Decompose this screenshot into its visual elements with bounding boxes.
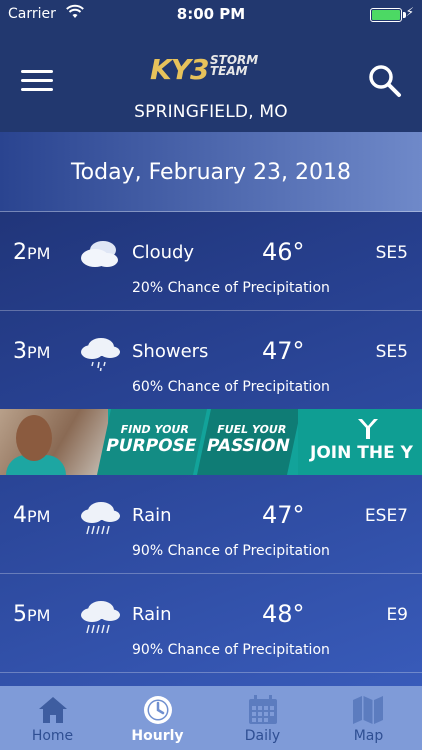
temperature-label: 48°: [262, 600, 305, 628]
ymca-logo-icon: [358, 419, 378, 439]
tab-label: Hourly: [131, 728, 184, 744]
wind-label: E9: [386, 605, 408, 625]
forecast-row[interactable]: 4PM Rain 47° ESE7 90% Chance of Precipit…: [0, 475, 422, 574]
status-time: 8:00 PM: [176, 5, 246, 23]
wind-label: SE5: [375, 243, 408, 263]
wind-label: ESE7: [364, 506, 408, 526]
ymca-ad-banner[interactable]: FIND YOUR PURPOSE FUEL YOUR PASSION JOIN…: [0, 409, 422, 475]
hour-label: 3PM: [13, 339, 51, 364]
hamburger-menu-icon[interactable]: [21, 70, 53, 92]
tab-map[interactable]: Map: [315, 686, 422, 750]
hour-label: 5PM: [13, 602, 51, 627]
temperature-label: 47°: [262, 337, 305, 365]
showers-icon: [81, 338, 120, 372]
temperature-label: 46°: [262, 238, 305, 266]
condition-label: Rain: [132, 604, 172, 625]
status-bar: Carrier 8:00 PM ⚡: [0, 0, 422, 28]
rain-icon: [81, 502, 120, 535]
condition-label: Showers: [132, 341, 209, 362]
tab-label: Map: [353, 728, 384, 744]
precip-label: 90% Chance of Precipitation: [132, 543, 330, 559]
charging-bolt-icon: ⚡: [405, 5, 414, 19]
temperature-label: 47°: [262, 501, 305, 529]
location-label: SPRINGFIELD, MO: [134, 102, 288, 122]
ad-find-text: FIND YOUR: [119, 423, 191, 436]
forecast-row[interactable]: 3PM Showers 47° SE5 60% Chance of Precip…: [0, 311, 422, 410]
ky3-storm-team-logo: KY3 STORM TEAM: [150, 53, 259, 86]
ad-purpose-text: PURPOSE: [103, 436, 199, 456]
hour-label: 2PM: [13, 240, 51, 265]
tab-home[interactable]: Home: [0, 686, 105, 750]
battery-icon: [370, 8, 406, 22]
home-icon: [39, 697, 67, 723]
wind-label: SE5: [375, 342, 408, 362]
tab-label: Home: [31, 728, 74, 744]
map-icon: [353, 696, 383, 724]
tab-bar: Home Hourly Daily Map: [0, 686, 422, 750]
tab-label: Daily: [244, 728, 281, 744]
ad-photo: [0, 409, 108, 475]
ad-passion-text: PASSION: [204, 436, 292, 456]
tab-hourly[interactable]: Hourly: [105, 686, 210, 750]
date-label: Today, February 23, 2018: [70, 160, 352, 185]
calendar-icon: [249, 695, 277, 724]
ad-fuel-text: FUEL YOUR: [215, 423, 288, 436]
search-icon[interactable]: [368, 64, 402, 98]
date-bar: Today, February 23, 2018: [0, 132, 422, 212]
precip-label: 60% Chance of Precipitation: [132, 379, 330, 395]
app-header: KY3 STORM TEAM SPRINGFIELD, MO: [0, 28, 422, 132]
tab-daily[interactable]: Daily: [210, 686, 315, 750]
condition-label: Rain: [132, 505, 172, 526]
condition-label: Cloudy: [132, 242, 195, 263]
rain-icon: [81, 601, 120, 634]
forecast-row[interactable]: 5PM Rain 48° E9 90% Chance of Precipitat…: [0, 574, 422, 673]
clock-icon: [144, 696, 172, 724]
cloudy-icon: [81, 241, 118, 267]
hour-label: 4PM: [13, 503, 51, 528]
precip-label: 20% Chance of Precipitation: [132, 280, 330, 296]
precip-label: 90% Chance of Precipitation: [132, 642, 330, 658]
forecast-row[interactable]: 2PM Cloudy 46° SE5 20% Chance of Precipi…: [0, 212, 422, 311]
ad-join-text: JOIN THE Y: [310, 443, 413, 463]
